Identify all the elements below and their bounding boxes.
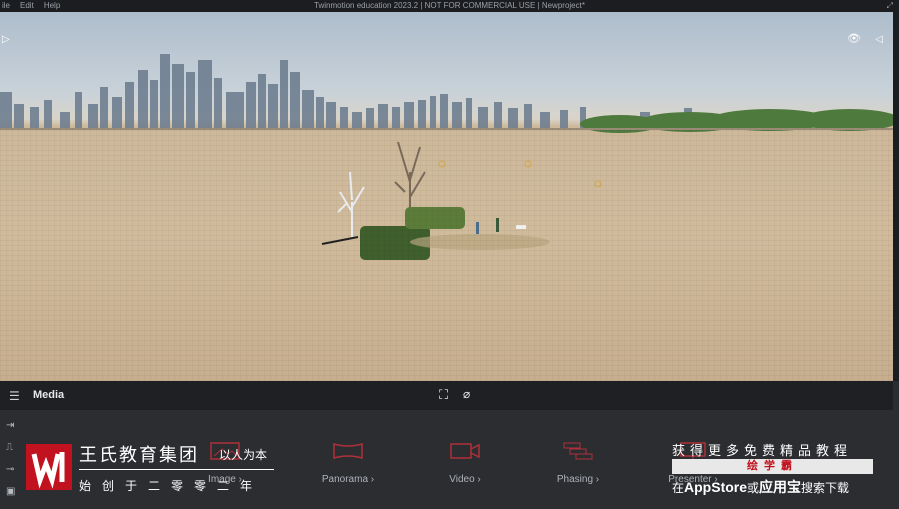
- watermark-promo: 获得更多免费精品教程: [672, 443, 853, 458]
- media-icon[interactable]: ▣: [6, 486, 15, 497]
- viewport-edge: [893, 12, 899, 381]
- panorama-icon: [333, 443, 363, 459]
- watermark-download-mid: 或: [747, 481, 760, 495]
- watermark-download-post: 搜索下载: [801, 481, 850, 495]
- expand-left-icon[interactable]: ▷: [2, 34, 10, 45]
- watermark-download-pre: 在: [672, 481, 685, 495]
- watermark-logo: [26, 444, 72, 490]
- title-bar: ile Edit Help Twinmotion education 2023.…: [0, 0, 899, 12]
- dock-header: ☰ Media ⛶ ⌀: [0, 381, 893, 410]
- expand-right-icon[interactable]: ◁: [875, 34, 883, 45]
- scene-illustration: [0, 54, 893, 260]
- eye-icon[interactable]: 👁: [847, 32, 861, 45]
- media-item-panorama[interactable]: Panorama ›: [293, 442, 403, 485]
- watermark-brand: 绘学霸: [672, 459, 873, 474]
- phasing-icon: [563, 442, 593, 460]
- watermark-slogan: 以人为本: [219, 448, 268, 462]
- pin-icon[interactable]: ⌀: [463, 387, 470, 401]
- line-icon[interactable]: ⊸: [6, 464, 14, 475]
- media-label-video: Video ›: [449, 474, 481, 485]
- import-icon[interactable]: ⇥: [6, 420, 14, 431]
- media-item-video[interactable]: Video ›: [410, 442, 520, 485]
- watermark-yingyongbao: 应用宝: [759, 479, 802, 495]
- window-title: Twinmotion education 2023.2 | NOT FOR CO…: [314, 1, 585, 10]
- path-icon[interactable]: ⎍: [6, 442, 13, 453]
- watermark-download: 在AppStore或应用宝搜索下载: [672, 477, 849, 497]
- watermark-org: 王氏教育集团: [79, 445, 199, 465]
- menu-icon[interactable]: ☰: [9, 389, 20, 403]
- fullscreen-icon[interactable]: ⛶: [439, 387, 448, 403]
- 3d-viewport[interactable]: ▷ 👁 ◁: [0, 12, 893, 381]
- media-label-phasing: Phasing ›: [556, 474, 600, 485]
- watermark-since: 始创于二零零二年: [79, 479, 264, 493]
- maximize-icon[interactable]: ⤢: [887, 0, 893, 12]
- media-item-phasing[interactable]: Phasing ›: [523, 442, 633, 485]
- watermark-logo-mark: [31, 452, 65, 489]
- watermark-divider: [79, 469, 274, 470]
- media-label-panorama: Panorama ›: [321, 474, 375, 485]
- dock-title: Media: [33, 389, 65, 401]
- video-icon: [450, 443, 480, 459]
- watermark-appstore: AppStore: [684, 479, 748, 495]
